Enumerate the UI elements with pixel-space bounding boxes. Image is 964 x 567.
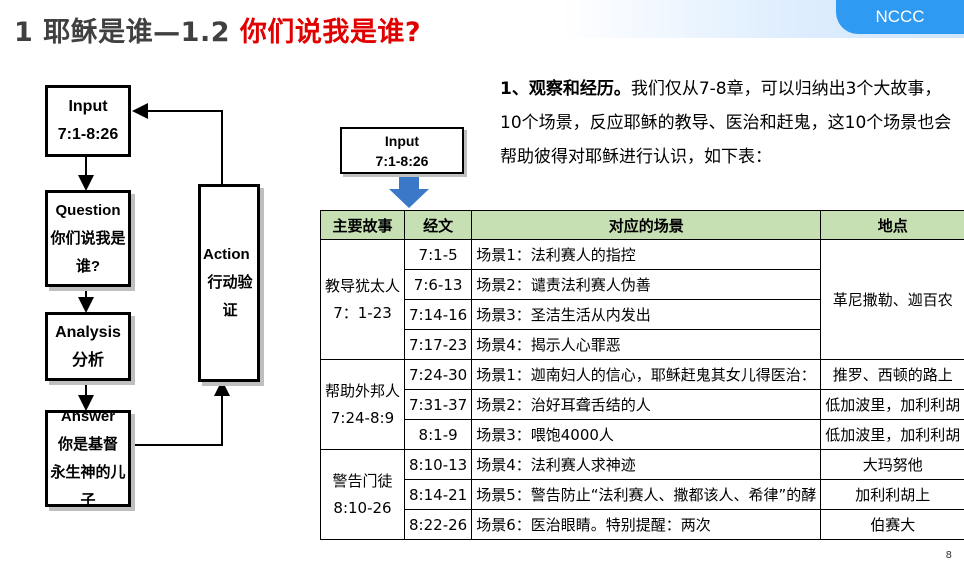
story-range: 7:24-8:9 — [330, 408, 395, 427]
scene-cell: 场景1：迦南妇人的信心，耶稣赶鬼其女儿得医治： — [471, 359, 822, 390]
story-cell: 帮助外邦人 7:24-8:9 — [319, 359, 406, 450]
place-cell: 低加波里，加利利胡 — [820, 419, 964, 450]
header-story: 主要故事 — [319, 210, 406, 240]
flow-action-label: Action — [203, 246, 250, 263]
table-row: 警告门徒 8:10-26 8:10-13 场景4：法利赛人求神迹 大玛努他 — [319, 449, 964, 540]
story-cell: 教导犹太人 7：1-23 — [319, 239, 406, 360]
scene-cell: 场景2：治好耳聋舌结的人 — [471, 389, 822, 420]
header-verse: 经文 — [404, 210, 473, 240]
verse-cell: 8:10-13 — [404, 449, 473, 480]
flow-answer-label: Answer — [60, 407, 116, 425]
table-row: 7:31-37 场景2：治好耳聋舌结的人 低加波里，加利利胡 — [321, 389, 964, 420]
verse-cell: 7:1-5 — [404, 239, 473, 270]
flow-question-text: 你们说我是谁? — [50, 229, 126, 275]
intro-paragraph: 1、观察和经历。我们仅从7-8章，可以归纳出3个大故事，10个场景，反应耶稣的教… — [500, 72, 955, 174]
scene-cell: 场景3：圣洁生活从内发出 — [471, 299, 822, 330]
scene-cell: 场景4：揭示人心罪恶 — [471, 329, 822, 360]
page-number: 8 — [945, 550, 952, 561]
flow-analysis-label: Analysis — [55, 323, 121, 341]
header-place: 地点 — [820, 210, 964, 240]
verse-cell: 7:6-13 — [404, 269, 473, 300]
header-scene: 对应的场景 — [471, 210, 822, 240]
flow-answer-text-2: 永生神的儿子 — [50, 463, 126, 509]
story-name: 教导犹太人 — [325, 276, 401, 295]
flow-action-box: Action 行动验证 — [198, 184, 260, 382]
place-cell: 伯赛大 — [820, 509, 964, 540]
flow-input-box: Input 7:1-8:26 — [45, 85, 131, 157]
verse-cell: 7:14-16 — [404, 299, 473, 330]
flow-answer-box: Answer 你是基督 永生神的儿子 — [45, 408, 131, 509]
flow-question-box: Question 你们说我是谁? — [45, 190, 131, 287]
table-input-range: 7:1-8:26 — [375, 152, 429, 169]
place-cell: 大玛努他 — [820, 449, 964, 480]
flow-action-text: 行动验证 — [207, 274, 253, 319]
flow-input-range: 7:1-8:26 — [57, 126, 119, 143]
flow-analysis-box: Analysis 分析 — [45, 312, 131, 381]
verse-cell: 8:1-9 — [404, 419, 473, 450]
scene-cell: 场景6：医治眼睛。特别提醒：两次 — [471, 509, 822, 540]
table-header-row: 主要故事 经文 对应的场景 地点 — [319, 210, 964, 240]
place-cell: 推罗、西顿的路上 — [820, 359, 964, 390]
table-row: 8:22-26 场景6：医治眼睛。特别提醒：两次 伯赛大 — [321, 509, 964, 540]
verse-cell: 8:22-26 — [404, 509, 473, 540]
intro-lead: 1、观察和经历。 — [500, 79, 631, 99]
table-row: 教导犹太人 7：1-23 7:1-5 场景1：法利赛人的指控 革尼撒勒、迦百农 — [319, 239, 964, 360]
table-input-box: Input 7:1-8:26 — [340, 127, 464, 174]
story-name: 警告门徒 — [332, 471, 393, 490]
verse-cell: 7:31-37 — [404, 389, 473, 420]
arrow-answer-action — [130, 380, 230, 446]
table-input-label: Input — [384, 132, 420, 149]
story-name: 帮助外邦人 — [325, 381, 401, 400]
flow-answer-text-1: 你是基督 — [57, 435, 118, 453]
story-cell: 警告门徒 8:10-26 — [319, 449, 406, 540]
arrow-action-input — [132, 103, 223, 186]
table-row: 8:1-9 场景3：喂饱4000人 低加波里，加利利胡 — [321, 419, 964, 450]
verse-cell: 7:17-23 — [404, 329, 473, 360]
flow-question-label: Question — [55, 201, 121, 219]
flow-input-label: Input — [68, 98, 108, 115]
scene-cell: 场景4：法利赛人求神迹 — [471, 449, 822, 480]
down-arrow-icon — [389, 177, 429, 208]
table-row: 帮助外邦人 7:24-8:9 7:24-30 场景1：迦南妇人的信心，耶稣赶鬼其… — [319, 359, 964, 450]
scene-table: 主要故事 经文 对应的场景 地点 教导犹太人 7：1-23 7:1-5 场景1：… — [319, 210, 964, 540]
scene-cell: 场景3：喂饱4000人 — [471, 419, 822, 450]
scene-cell: 场景2：谴责法利赛人伪善 — [471, 269, 822, 300]
scene-cell: 场景5：警告防止“法利赛人、撒都该人、希律”的酵 — [471, 479, 822, 510]
story-range: 8:10-26 — [333, 498, 392, 517]
table-row: 8:14-21 场景5：警告防止“法利赛人、撒都该人、希律”的酵 加利利胡上 — [321, 479, 964, 510]
place-cell: 低加波里，加利利胡 — [820, 389, 964, 420]
story-range: 7：1-23 — [333, 303, 392, 322]
scene-cell: 场景1：法利赛人的指控 — [471, 239, 822, 270]
flow-analysis-text: 分析 — [71, 351, 104, 369]
verse-cell: 8:14-21 — [404, 479, 473, 510]
place-cell: 加利利胡上 — [820, 479, 964, 510]
verse-cell: 7:24-30 — [404, 359, 473, 390]
place-cell: 革尼撒勒、迦百农 — [820, 239, 964, 360]
